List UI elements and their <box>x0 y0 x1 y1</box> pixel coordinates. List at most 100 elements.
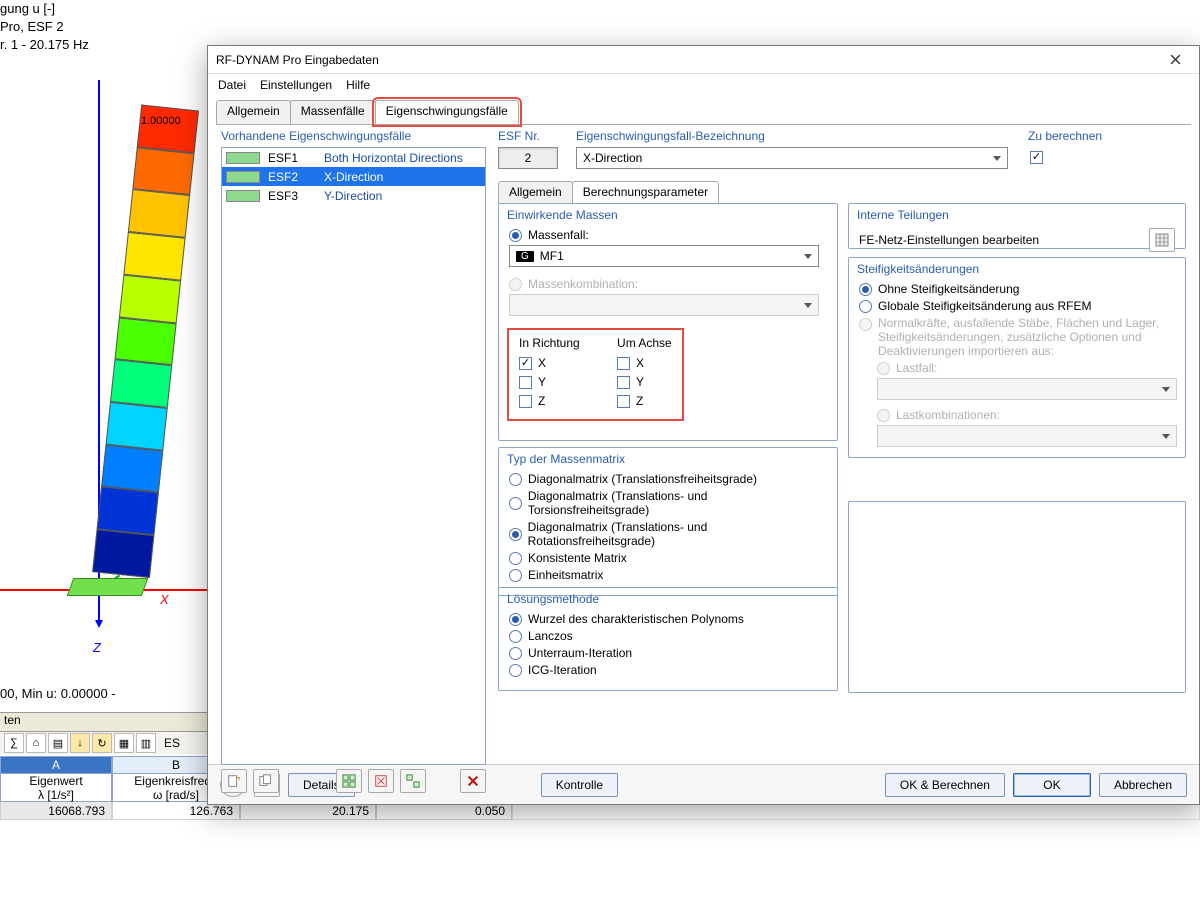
solver-o3[interactable] <box>509 647 522 660</box>
list-toolbar-left <box>221 769 279 793</box>
group-intern-title: Interne Teilungen <box>857 208 1175 222</box>
stiff-sub2-radio <box>877 409 890 422</box>
dialog-rfdynam: RF-DYNAM Pro Eingabedaten Datei Einstell… <box>207 45 1200 805</box>
stiff-lastkombi-combo <box>877 425 1177 447</box>
ok-berechnen-button[interactable]: OK & Berechnen <box>885 773 1005 797</box>
stiff-sub1-radio <box>877 362 890 375</box>
fe-netz-label: FE-Netz-Einstellungen bearbeiten <box>859 233 1039 247</box>
bg-esf-label: ES <box>164 736 180 750</box>
dir-y-check[interactable] <box>519 376 532 389</box>
list-title: Vorhandene Eigenschwingungsfälle <box>221 129 411 143</box>
menu-hilfe[interactable]: Hilfe <box>346 78 370 92</box>
matrix-o5[interactable] <box>509 569 522 582</box>
dir-header: In Richtung <box>519 336 580 350</box>
tb-btn-6[interactable]: ▦ <box>114 733 134 753</box>
direction-axis-box: In Richtung X Y Z Um Achse X Y Z <box>509 330 682 419</box>
select-all-button[interactable] <box>336 769 362 793</box>
fe-netz-button[interactable] <box>1149 228 1175 252</box>
radio-massenfall[interactable] <box>509 229 522 242</box>
dialog-titlebar[interactable]: RF-DYNAM Pro Eingabedaten <box>208 46 1199 74</box>
list-item[interactable]: ESF3Y-Direction <box>222 186 485 205</box>
axis-y-check[interactable] <box>617 376 630 389</box>
tab-eigenschwingung[interactable]: Eigenschwingungsfälle <box>375 100 519 124</box>
dialog-menubar: Datei Einstellungen Hilfe <box>208 74 1199 96</box>
col-hdr-a[interactable]: A <box>0 756 112 774</box>
select-none-button[interactable] <box>368 769 394 793</box>
delete-item-button[interactable] <box>460 769 486 793</box>
model-base <box>67 578 149 596</box>
subtab-berech[interactable]: Berechnungsparameter <box>572 181 719 203</box>
tb-btn-2[interactable]: ⌂ <box>26 733 46 753</box>
esfnr-field[interactable]: 2 <box>498 147 558 169</box>
group-solver: Lösungsmethode Wurzel des charakteristis… <box>498 587 838 691</box>
radio-massenfall-label: Massenfall: <box>528 228 589 242</box>
bg-top-text: gung u [-] Pro, ESF 2 r. 1 - 20.175 Hz <box>0 0 89 54</box>
solver-o2[interactable] <box>509 630 522 643</box>
legend-max: 1.00000 <box>141 115 181 127</box>
model-column <box>92 105 199 578</box>
tb-btn-7[interactable]: ▥ <box>136 733 156 753</box>
stiff-o2[interactable] <box>859 300 872 313</box>
col-sub-a: Eigenwertλ [1/s²] <box>0 774 112 802</box>
zu-berechnen-label: Zu berechnen <box>1028 129 1102 143</box>
close-button[interactable] <box>1159 49 1191 71</box>
axis-header: Um Achse <box>617 336 672 350</box>
cell-a[interactable]: 16068.793 <box>0 802 112 820</box>
stiff-lastfall-combo <box>877 378 1177 400</box>
massenfall-value: MF1 <box>540 249 564 263</box>
list-item[interactable]: ESF1Both Horizontal Directions <box>222 148 485 167</box>
solver-o1[interactable] <box>509 613 522 626</box>
copy-item-button[interactable] <box>253 769 279 793</box>
tb-btn-3[interactable]: ▤ <box>48 733 68 753</box>
menu-einstellungen[interactable]: Einstellungen <box>260 78 332 92</box>
subtab-allgemein[interactable]: Allgemein <box>498 181 573 203</box>
bez-combo[interactable]: X-Direction <box>576 147 1008 169</box>
group-intern: Interne Teilungen FE-Netz-Einstellungen … <box>848 203 1186 249</box>
matrix-o4[interactable] <box>509 552 522 565</box>
radio-massenkombi-label: Massenkombination: <box>528 277 638 291</box>
massenkombi-combo <box>509 294 819 316</box>
group-matrix-title: Typ der Massenmatrix <box>507 452 827 466</box>
group-solver-title: Lösungsmethode <box>507 592 827 606</box>
tb-btn-5[interactable]: ↻ <box>92 733 112 753</box>
group-massen-title: Einwirkende Massen <box>507 208 827 222</box>
list-toolbar-right <box>460 769 486 793</box>
list-toolbar-mid <box>336 769 426 793</box>
bez-label: Eigenschwingungsfall-Bezeichnung <box>576 129 765 143</box>
group-stiff-title: Steifigkeitsänderungen <box>857 262 1175 276</box>
bez-combo-value: X-Direction <box>583 151 642 165</box>
select-invert-button[interactable] <box>400 769 426 793</box>
tab-massenfall[interactable]: Massenfälle <box>290 100 376 124</box>
bg-status: 00, Min u: 0.00000 - <box>0 686 116 701</box>
matrix-o3[interactable] <box>509 528 522 541</box>
massenfall-combo[interactable]: G MF1 <box>509 245 819 267</box>
tab-allgemein[interactable]: Allgemein <box>216 100 291 124</box>
massenfall-tag: G <box>516 251 534 262</box>
matrix-o1[interactable] <box>509 473 522 486</box>
stiff-o3 <box>859 318 872 331</box>
abbrechen-button[interactable]: Abbrechen <box>1099 773 1187 797</box>
kontrolle-button[interactable]: Kontrolle <box>541 773 618 797</box>
menu-datei[interactable]: Datei <box>218 78 246 92</box>
group-matrix: Typ der Massenmatrix Diagonalmatrix (Tra… <box>498 447 838 596</box>
dir-z-check[interactable] <box>519 395 532 408</box>
group-empty <box>848 501 1186 693</box>
dialog-tabs: Allgemein Massenfälle Eigenschwingungsfä… <box>216 100 1191 124</box>
group-massen: Einwirkende Massen Massenfall: G MF1 Mas… <box>498 203 838 441</box>
zu-berechnen-check[interactable] <box>1030 151 1043 164</box>
esfnr-label: ESF Nr. <box>498 129 540 143</box>
solver-o4[interactable] <box>509 664 522 677</box>
group-stiff: Steifigkeitsänderungen Ohne Steifigkeits… <box>848 257 1186 458</box>
stiff-o1[interactable] <box>859 283 872 296</box>
list-eigenschwingung[interactable]: ESF1Both Horizontal DirectionsESF2X-Dire… <box>221 147 486 765</box>
matrix-o2[interactable] <box>509 497 522 510</box>
axis-z-check[interactable] <box>617 395 630 408</box>
list-item[interactable]: ESF2X-Direction <box>222 167 485 186</box>
new-item-button[interactable] <box>221 769 247 793</box>
tb-btn-4[interactable]: ↓ <box>70 733 90 753</box>
ok-button[interactable]: OK <box>1013 773 1091 797</box>
dir-x-check[interactable] <box>519 357 532 370</box>
axis-x-check[interactable] <box>617 357 630 370</box>
dialog-title: RF-DYNAM Pro Eingabedaten <box>216 53 1159 67</box>
tb-btn-1[interactable]: ∑ <box>4 733 24 753</box>
